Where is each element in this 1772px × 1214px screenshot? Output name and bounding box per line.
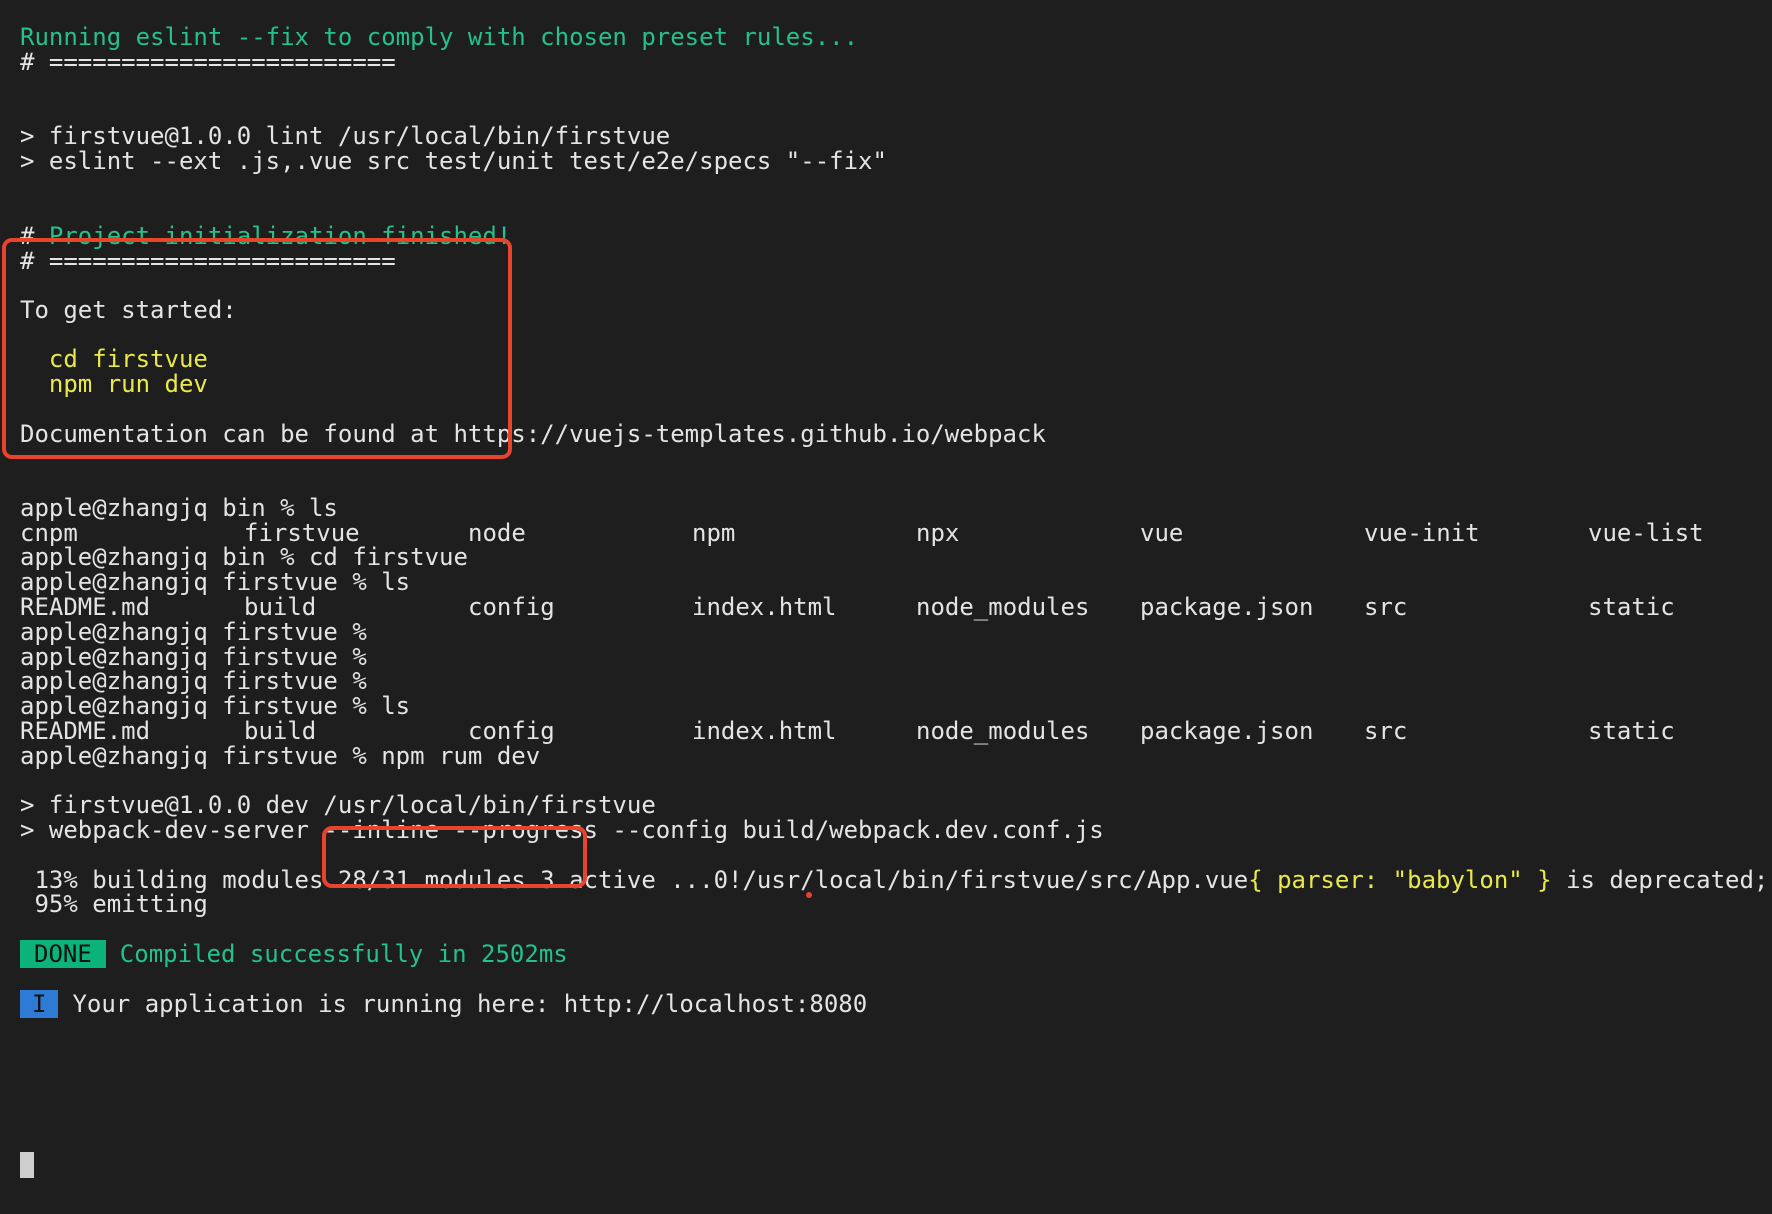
prompt-line: apple@zhangjq bin % ls xyxy=(20,494,338,522)
list-item: README.md xyxy=(20,593,151,621)
terminal-window[interactable]: Running eslint --fix to comply with chos… xyxy=(0,0,1772,1214)
list-item: node_modules xyxy=(916,717,1090,745)
prompt-line: apple@zhangjq firstvue % npm rum dev xyxy=(20,742,541,770)
eslint-running-line: Running eslint --fix to comply with chos… xyxy=(20,23,859,51)
list-item: npx xyxy=(916,519,960,547)
annotation-dot xyxy=(806,892,812,898)
list-item: package.json xyxy=(1140,717,1314,745)
list-item: vue-list xyxy=(1588,519,1704,547)
list-item: npm xyxy=(692,519,736,547)
list-item: README.md xyxy=(20,717,151,745)
ls-firstvue-output: README.md build config index.html node_m… xyxy=(20,717,1760,745)
emitting-line: 95% emitting xyxy=(20,890,208,918)
list-item: src xyxy=(1364,717,1408,745)
parser-warning-text: { parser: "babylon" } xyxy=(1248,866,1552,894)
list-item: src xyxy=(1364,593,1408,621)
prompt-line: apple@zhangjq firstvue % ls xyxy=(20,568,411,596)
terminal-cursor xyxy=(20,1152,34,1178)
list-item: vue xyxy=(1140,519,1184,547)
deprecated-text: is deprecated; we xyxy=(1566,866,1769,894)
info-badge: I xyxy=(20,990,59,1018)
list-item: static xyxy=(1588,717,1675,745)
highlight-box-command xyxy=(322,826,587,888)
build-progress-line: 13% building modules 28/31 modules 3 act… xyxy=(20,866,1772,894)
prompt-line: apple@zhangjq firstvue % ls xyxy=(20,692,411,720)
done-badge: DONE xyxy=(20,940,106,968)
highlight-box-init xyxy=(2,238,512,459)
eslint-command-line: > eslint --ext .js,.vue src test/unit te… xyxy=(20,147,887,175)
npm-script-line: > firstvue@1.0.0 lint /usr/local/bin/fir… xyxy=(20,122,671,150)
compile-status-text: Compiled successfully in 2502ms xyxy=(119,940,568,968)
prompt-line: apple@zhangjq bin % cd firstvue xyxy=(20,543,468,571)
compile-status-line: DONE Compiled successfully in 2502ms xyxy=(20,940,568,968)
list-item: node xyxy=(468,519,526,547)
list-item: build xyxy=(244,717,317,745)
list-item: static xyxy=(1588,593,1675,621)
list-item: vue-init xyxy=(1364,519,1480,547)
list-item: build xyxy=(244,593,317,621)
npm-script-line: > firstvue@1.0.0 dev /usr/local/bin/firs… xyxy=(20,791,656,819)
app-running-text: Your application is running here: http:/… xyxy=(72,990,868,1018)
list-item: package.json xyxy=(1140,593,1314,621)
separator-line: # ======================== xyxy=(20,48,396,76)
list-item: config xyxy=(468,717,555,745)
prompt-line: apple@zhangjq firstvue % xyxy=(20,667,367,695)
list-item: node_modules xyxy=(916,593,1090,621)
list-item: index.html xyxy=(692,593,837,621)
prompt-line: apple@zhangjq firstvue % xyxy=(20,618,367,646)
ls-firstvue-output: README.md build config index.html node_m… xyxy=(20,593,1760,621)
list-item: config xyxy=(468,593,555,621)
list-item: index.html xyxy=(692,717,837,745)
app-running-line: I Your application is running here: http:… xyxy=(20,990,867,1018)
